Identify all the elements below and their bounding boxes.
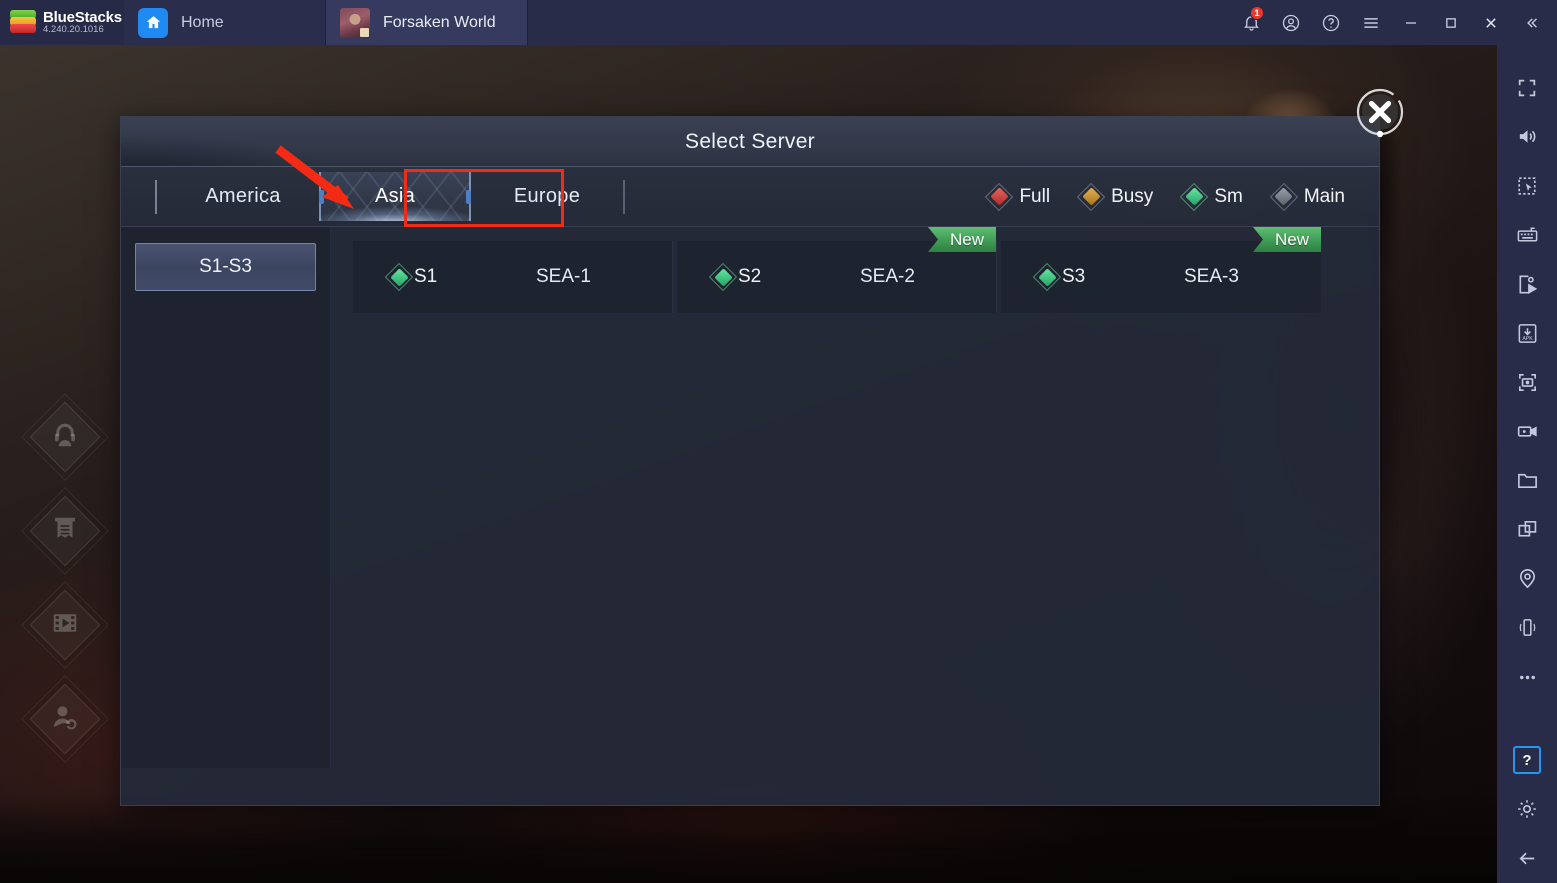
home-icon bbox=[138, 7, 168, 38]
legend-item-busy: Busy bbox=[1076, 182, 1154, 211]
notification-badge: 1 bbox=[1250, 6, 1264, 20]
media-manager-button[interactable] bbox=[1502, 456, 1552, 505]
dialog-close-button[interactable] bbox=[1353, 86, 1407, 140]
server-name-label: SEA-1 bbox=[536, 266, 591, 287]
shake-button[interactable] bbox=[1502, 603, 1552, 652]
dialog-title: Select Server bbox=[685, 129, 815, 153]
location-button[interactable] bbox=[1502, 554, 1552, 603]
install-apk-button[interactable]: APK bbox=[1502, 309, 1552, 358]
server-row: S1 SEA-1 S2 SEA-2 New S3 SEA-3 New bbox=[353, 227, 1359, 313]
diamond-smooth-icon bbox=[384, 262, 414, 292]
app-window: BlueStacks 4.240.20.1016 Home Forsaken W… bbox=[0, 0, 1557, 883]
account-button[interactable] bbox=[1271, 0, 1311, 45]
diamond-busy-icon bbox=[1076, 182, 1106, 211]
question-mark-icon: ? bbox=[1513, 746, 1541, 775]
close-button[interactable] bbox=[1471, 0, 1511, 45]
tab-divider-right bbox=[623, 179, 625, 214]
game-side-buttons bbox=[21, 390, 109, 766]
tab-home-label: Home bbox=[181, 13, 224, 31]
server-group-s1-s3[interactable]: S1-S3 bbox=[135, 243, 316, 291]
new-badge: New bbox=[927, 227, 996, 252]
keyboard-controls-button[interactable] bbox=[1502, 210, 1552, 259]
brand-version: 4.240.20.1016 bbox=[43, 24, 104, 36]
media-video-button[interactable] bbox=[21, 578, 109, 672]
switch-account-button[interactable] bbox=[21, 672, 109, 766]
server-card-s2[interactable]: S2 SEA-2 New bbox=[677, 227, 997, 313]
window-controls: 1 bbox=[1231, 0, 1557, 45]
brand-name: BlueStacks bbox=[43, 8, 122, 26]
film-play-icon bbox=[50, 608, 80, 643]
notifications-button[interactable]: 1 bbox=[1231, 0, 1271, 45]
settings-button[interactable] bbox=[1502, 785, 1552, 834]
server-id-group: S3 bbox=[1032, 262, 1184, 292]
diamond-smooth-icon bbox=[1032, 262, 1062, 292]
server-id-group: S1 bbox=[384, 262, 536, 292]
help-center-button[interactable]: ? bbox=[1502, 736, 1552, 785]
tab-home[interactable]: Home bbox=[124, 0, 326, 45]
collapse-sidebar-button[interactable] bbox=[1511, 0, 1551, 45]
region-tab-europe-label: Europe bbox=[513, 185, 581, 207]
legend-smooth-label: Sm bbox=[1214, 185, 1243, 207]
server-group-label: S1-S3 bbox=[199, 256, 252, 277]
scroll-notice-icon bbox=[50, 514, 80, 549]
menu-button[interactable] bbox=[1351, 0, 1391, 45]
server-card-s3[interactable]: S3 SEA-3 New bbox=[1001, 227, 1321, 313]
legend-item-full: Full bbox=[985, 182, 1051, 211]
maximize-button[interactable] bbox=[1431, 0, 1471, 45]
screenshot-button[interactable] bbox=[1502, 358, 1552, 407]
game-thumbnail bbox=[340, 7, 370, 38]
game-viewport: Select Server America Asia Europe Full B… bbox=[0, 45, 1497, 883]
svg-text:APK: APK bbox=[1522, 336, 1533, 342]
server-name-label: SEA-3 bbox=[1184, 266, 1239, 287]
server-id-group: S2 bbox=[708, 262, 860, 292]
multi-instance-button[interactable] bbox=[1502, 505, 1552, 554]
headset-icon bbox=[50, 420, 80, 455]
diamond-main-icon bbox=[1269, 182, 1298, 211]
legend-busy-label: Busy bbox=[1111, 185, 1154, 207]
account-switch-icon bbox=[50, 702, 80, 737]
bluestacks-logo-icon bbox=[10, 9, 36, 36]
record-screen-button[interactable] bbox=[1502, 407, 1552, 456]
diamond-smooth-icon bbox=[708, 262, 738, 292]
volume-button[interactable] bbox=[1502, 112, 1552, 161]
diamond-full-icon bbox=[985, 182, 1014, 211]
macro-recorder-button[interactable] bbox=[1502, 260, 1552, 309]
fullscreen-button[interactable] bbox=[1502, 63, 1552, 112]
annotation-arrow bbox=[275, 145, 354, 209]
customer-service-button[interactable] bbox=[21, 390, 109, 484]
server-list: S1 SEA-1 S2 SEA-2 New S3 SEA-3 New bbox=[331, 227, 1379, 806]
diamond-smooth-icon bbox=[1180, 182, 1209, 211]
dialog-body: S1-S3 S1 SEA-1 S2 SEA-2 New S3 SEA-3 New bbox=[121, 227, 1379, 806]
title-bar: BlueStacks 4.240.20.1016 Home Forsaken W… bbox=[0, 0, 1557, 45]
tab-forsaken-world-label: Forsaken World bbox=[383, 13, 496, 31]
legend-full-label: Full bbox=[1019, 185, 1051, 207]
more-button[interactable] bbox=[1502, 653, 1552, 702]
bluestacks-sidebar: APK ? bbox=[1497, 45, 1557, 883]
region-tab-america-label: America bbox=[205, 185, 281, 207]
region-tab-europe[interactable]: Europe bbox=[471, 172, 623, 221]
legend-item-smooth: Sm bbox=[1180, 182, 1243, 211]
server-id-label: S1 bbox=[414, 266, 438, 287]
legend-main-label: Main bbox=[1303, 185, 1345, 207]
minimize-button[interactable] bbox=[1391, 0, 1431, 45]
bluestacks-brand: BlueStacks 4.240.20.1016 bbox=[0, 0, 124, 45]
status-legend: Full Busy Sm Main bbox=[985, 182, 1379, 211]
server-id-label: S2 bbox=[738, 266, 762, 287]
server-card-s1[interactable]: S1 SEA-1 bbox=[353, 241, 673, 313]
legend-item-main: Main bbox=[1269, 182, 1345, 211]
server-id-label: S3 bbox=[1062, 266, 1086, 287]
new-badge: New bbox=[1252, 227, 1321, 252]
help-button[interactable] bbox=[1311, 0, 1351, 45]
server-name-label: SEA-2 bbox=[860, 266, 915, 287]
announcement-button[interactable] bbox=[21, 484, 109, 578]
tab-forsaken-world[interactable]: Forsaken World bbox=[326, 0, 528, 45]
tab-divider-left bbox=[155, 179, 157, 214]
region-select-button[interactable] bbox=[1502, 161, 1552, 210]
back-button[interactable] bbox=[1502, 834, 1552, 883]
server-group-sidebar: S1-S3 bbox=[121, 227, 331, 768]
background-vignette bbox=[0, 793, 1497, 883]
